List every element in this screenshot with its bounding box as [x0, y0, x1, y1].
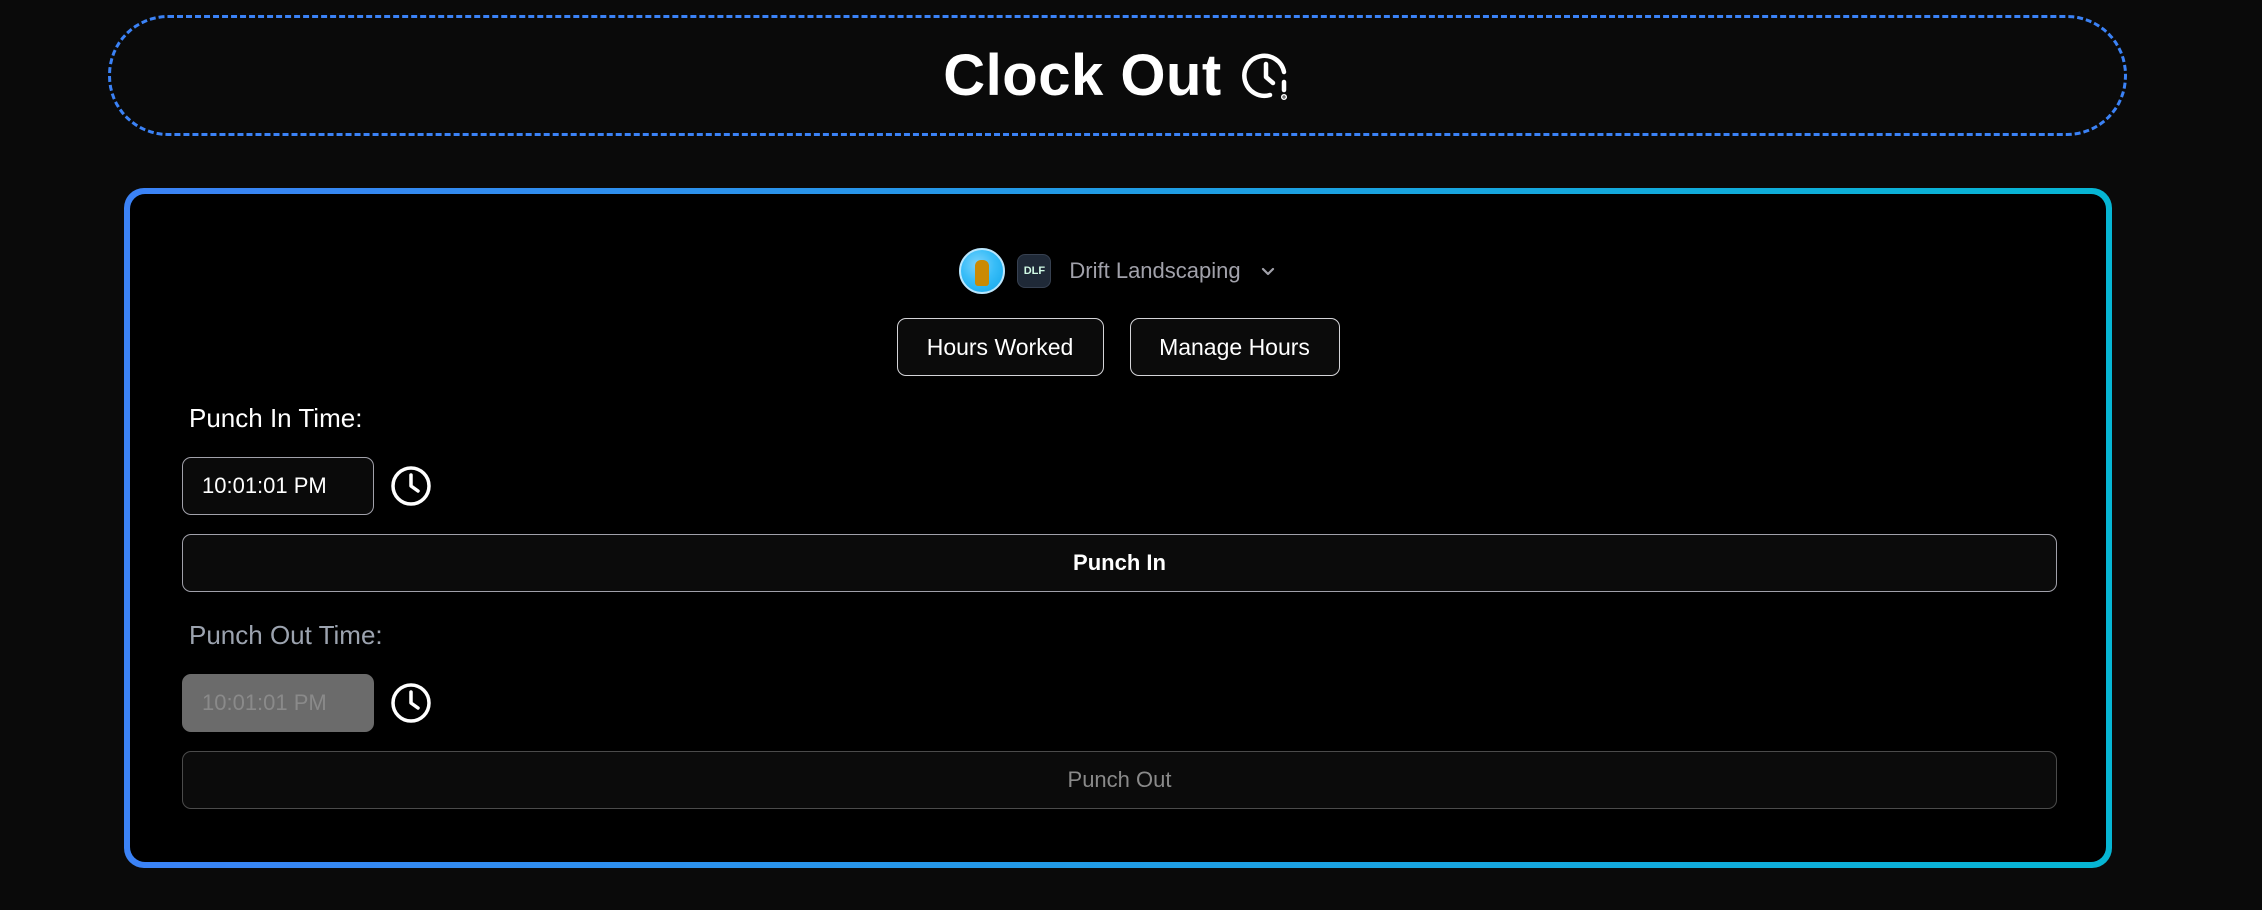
user-avatar: [959, 248, 1006, 294]
business-selector[interactable]: DLF Drift Landscaping: [130, 248, 2106, 294]
punch-out-clock-icon[interactable]: [389, 681, 433, 725]
punch-in-clock-icon[interactable]: [389, 464, 433, 508]
business-name: Drift Landscaping: [1069, 258, 1241, 283]
punch-out-label: Punch Out Time:: [189, 620, 383, 650]
action-buttons: Hours Worked Manage Hours: [130, 318, 2106, 376]
punch-in-time-input[interactable]: 10:01:01 PM: [182, 457, 374, 515]
page-header: Clock Out: [108, 15, 2127, 136]
manage-hours-button[interactable]: Manage Hours: [1129, 318, 1340, 376]
hours-worked-button[interactable]: Hours Worked: [896, 318, 1104, 376]
clock-alert-icon: [1240, 50, 1292, 102]
clock-card: DLF Drift Landscaping Hours Worked Manag…: [124, 188, 2112, 868]
punch-in-button[interactable]: Punch In: [182, 534, 2057, 592]
punch-out-button[interactable]: Punch Out: [182, 751, 2057, 809]
page: Clock Out DLF Drift Landscaping Hours Wo…: [0, 0, 2262, 910]
punch-in-label: Punch In Time:: [189, 403, 363, 433]
punch-out-time-input[interactable]: 10:01:01 PM: [182, 674, 374, 732]
clock-card-body: DLF Drift Landscaping Hours Worked Manag…: [130, 194, 2106, 862]
business-logo: DLF: [1017, 254, 1052, 288]
chevron-down-icon[interactable]: [1259, 262, 1277, 280]
page-title: Clock Out: [943, 43, 1222, 108]
